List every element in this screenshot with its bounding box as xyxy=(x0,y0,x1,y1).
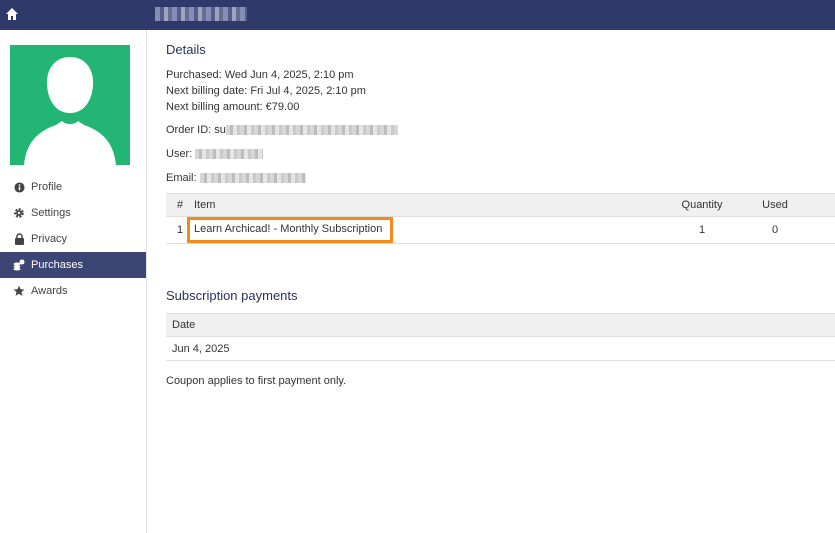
avatar[interactable] xyxy=(10,45,130,165)
row-used: 0 xyxy=(747,216,803,244)
email-label: Email: xyxy=(166,172,197,184)
sidebar-item-privacy[interactable]: Privacy xyxy=(0,226,146,252)
subscription-payments-heading: Subscription payments xyxy=(166,288,298,303)
order-id-row: Order ID: su xyxy=(166,124,398,136)
col-date: Date xyxy=(166,313,835,337)
sidebar-item-label: Purchases xyxy=(31,259,83,271)
order-id-label: Order ID: su xyxy=(166,124,226,136)
row-quantity: 1 xyxy=(657,216,747,244)
top-username-redacted[interactable] xyxy=(155,7,247,21)
table-row: 1 Learn Archicad! - Monthly Subscription… xyxy=(166,216,835,244)
user-label: User: xyxy=(166,148,193,160)
subscription-table: Date Jun 4, 2025 xyxy=(166,313,835,361)
subscription-table-header: Date xyxy=(166,313,835,337)
gear-icon xyxy=(12,206,26,220)
next-billing-date: Next billing date: Fri Jul 4, 2025, 2:10… xyxy=(166,85,366,97)
user-redacted xyxy=(195,149,264,160)
sidebar-item-label: Privacy xyxy=(31,233,68,245)
home-icon[interactable] xyxy=(5,7,21,23)
highlighted-item-name[interactable]: Learn Archicad! - Monthly Subscription xyxy=(187,217,394,243)
coins-icon xyxy=(12,258,26,272)
details-heading: Details xyxy=(166,42,206,57)
star-icon xyxy=(12,284,26,298)
order-id-redacted xyxy=(225,125,398,136)
email-row: Email: xyxy=(166,172,306,184)
sidebar-item-profile[interactable]: Profile xyxy=(0,174,146,200)
sidebar: Profile Settings Privacy Purchases Award… xyxy=(0,30,147,533)
sidebar-item-settings[interactable]: Settings xyxy=(0,200,146,226)
payment-date: Jun 4, 2025 xyxy=(166,336,835,361)
col-number: # xyxy=(166,193,194,217)
user-row: User: xyxy=(166,148,264,160)
items-table-header: # Item Quantity Used xyxy=(166,193,835,217)
lock-icon xyxy=(12,232,26,246)
info-icon xyxy=(12,180,26,194)
row-item-cell: Learn Archicad! - Monthly Subscription xyxy=(187,216,657,244)
sidebar-item-label: Awards xyxy=(31,285,68,297)
col-item: Item xyxy=(194,193,657,217)
next-billing-amount: Next billing amount: €79.00 xyxy=(166,101,300,113)
col-used: Used xyxy=(747,193,803,217)
sidebar-nav: Profile Settings Privacy Purchases Award… xyxy=(0,174,146,304)
sidebar-item-label: Settings xyxy=(31,207,71,219)
col-quantity: Quantity xyxy=(657,193,747,217)
coupon-note: Coupon applies to first payment only. xyxy=(166,375,347,387)
purchased-date: Purchased: Wed Jun 4, 2025, 2:10 pm xyxy=(166,69,354,81)
sidebar-item-label: Profile xyxy=(31,181,63,193)
table-row: Jun 4, 2025 xyxy=(166,336,835,361)
sidebar-item-awards[interactable]: Awards xyxy=(0,278,146,304)
top-bar xyxy=(0,0,835,30)
sidebar-item-purchases[interactable]: Purchases xyxy=(0,252,146,278)
items-table: # Item Quantity Used 1 Learn Archicad! -… xyxy=(166,193,835,244)
email-redacted xyxy=(199,173,306,184)
